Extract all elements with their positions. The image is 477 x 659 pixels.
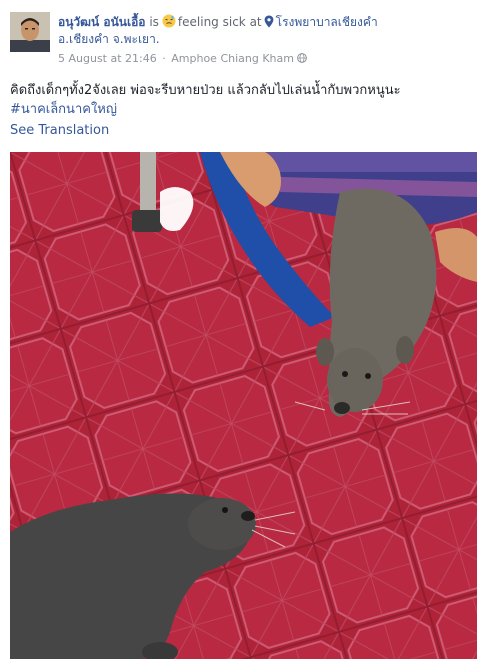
facebook-post: อนุวัฒน์ อนันเอื้อ is feeling sick at โรงพ… [0,0,477,659]
post-header: อนุวัฒน์ อนันเอื้อ is feeling sick at โรงพ… [58,14,470,48]
timestamp[interactable]: 5 August at 21:46 [58,52,157,65]
place-link-line2[interactable]: อ.เชียงคำ จ.พะเยา. [58,32,160,46]
at-word: at [249,15,262,29]
see-translation-link[interactable]: See Translation [10,123,109,138]
post-body: คิดถึงเด็กๆทั้ง2จังเลย พ่อจะรีบหายป่วย แ… [10,81,470,119]
location-link[interactable]: Amphoe Chiang Kham [171,52,294,65]
post-message: คิดถึงเด็กๆทั้ง2จังเลย พ่อจะรีบหายป่วย แ… [10,83,401,98]
is-word: is [149,15,159,29]
feeling-label[interactable]: feeling sick [178,15,246,29]
avatar[interactable] [10,12,50,52]
post-photo[interactable] [10,152,477,659]
meta-separator: · [162,52,166,65]
avatar-photo [10,12,50,52]
post-meta: 5 August at 21:46 · Amphoe Chiang Kham [58,52,307,65]
otters-on-tile-floor-image [10,152,477,659]
location-pin-icon [264,15,274,28]
globe-icon[interactable] [297,53,307,63]
sick-face-emoji-icon [162,14,176,28]
hashtag-link[interactable]: #นาคเล็กนาคใหญ่ [10,102,117,117]
author-name[interactable]: อนุวัฒน์ อนันเอื้อ [58,15,146,29]
place-link-line1[interactable]: โรงพยาบาลเชียงคำ [276,15,378,29]
